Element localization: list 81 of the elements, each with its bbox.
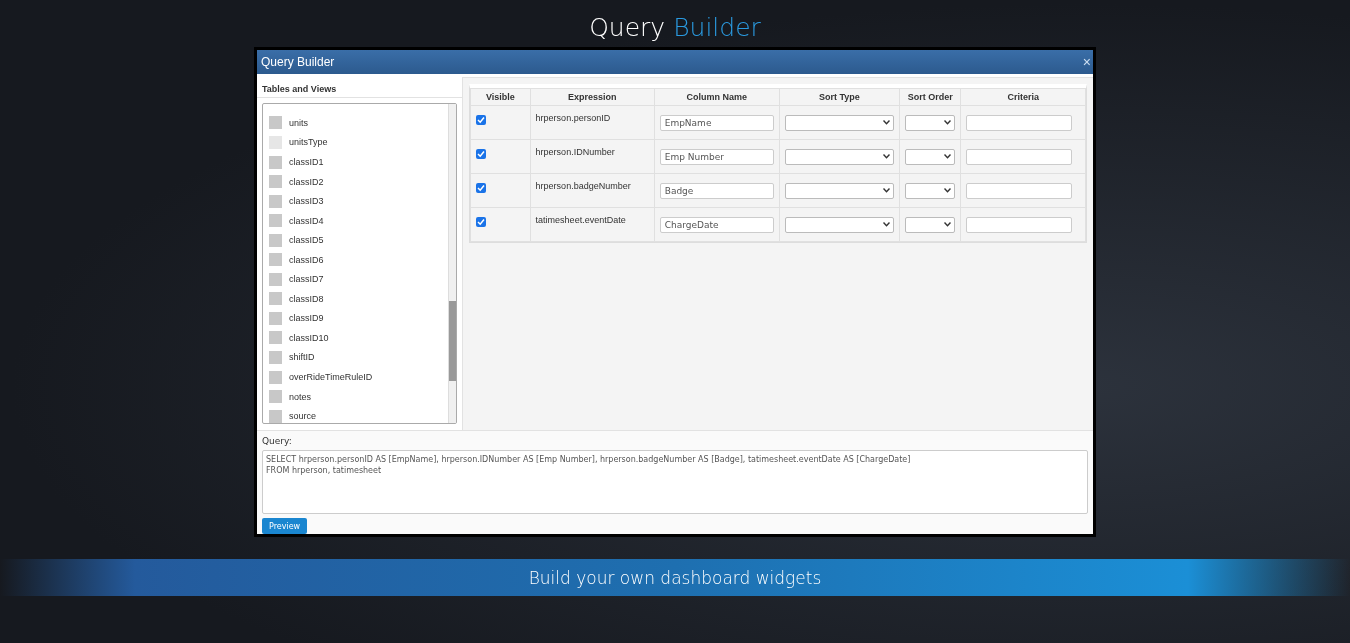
query-textarea[interactable]: SELECT hrperson.personID AS [EmpName], hrperson.IDNumber AS [Emp Number], hrperson.badgeNumber AS [Badge], tatimesheet.eventDate AS [ChargeDate] FROM hrperson, tatimesheet — [262, 450, 1088, 514]
field-checkbox[interactable] — [269, 370, 282, 384]
scrollbar[interactable] — [448, 104, 456, 423]
field-label: classID9 — [289, 313, 324, 324]
panel-title: Tables and Views — [257, 77, 462, 98]
field-checkbox[interactable] — [269, 331, 282, 345]
field-checkbox[interactable] — [269, 311, 282, 325]
column-name-field[interactable]: Badge — [659, 182, 774, 199]
field-label: classID7 — [289, 274, 324, 285]
caret-icon — [944, 188, 952, 193]
query-line: FROM hrperson, tatimesheet — [266, 466, 383, 475]
field-label: classID3 — [289, 196, 324, 207]
caret-icon — [944, 154, 952, 159]
field-checkbox[interactable] — [269, 253, 282, 267]
caret-icon — [944, 222, 952, 227]
field-label: notes — [289, 391, 312, 402]
column-name-field[interactable]: Emp Number — [659, 148, 774, 165]
expression-cell: hrperson.badgeNumber — [530, 173, 655, 208]
close-button[interactable]: × — [1080, 54, 1093, 70]
field-checkbox[interactable] — [269, 233, 282, 247]
sort-type-dropdown[interactable] — [784, 148, 894, 165]
column-header: Sort Order — [899, 88, 961, 106]
expression-cell: hrperson.IDNumber — [530, 139, 655, 174]
field-checkbox[interactable] — [269, 390, 282, 404]
field-label: classID4 — [289, 215, 324, 226]
field-label: classID10 — [289, 332, 329, 343]
field-label: overRideTimeRuleID — [289, 372, 373, 383]
criteria-field[interactable] — [966, 148, 1073, 165]
field-checkbox[interactable] — [269, 272, 282, 286]
column-header: Visible — [470, 88, 531, 106]
query-line: SELECT hrperson.personID AS [EmpName], hrperson.IDNumber AS [Emp Number], hrperson.badgeNumber AS [Badge], tatimesheet.eventDate AS [ChargeDate] — [266, 455, 912, 464]
field-label: classID8 — [289, 293, 324, 304]
criteria-field[interactable] — [966, 182, 1073, 199]
sort-type-dropdown[interactable] — [784, 114, 894, 131]
sort-type-dropdown[interactable] — [784, 216, 894, 233]
field-checkbox[interactable] — [269, 409, 282, 423]
field-label: classID1 — [289, 157, 324, 167]
field-checkbox[interactable] — [269, 155, 282, 169]
sort-order-dropdown[interactable] — [905, 216, 956, 233]
field-checkbox[interactable] — [269, 292, 282, 306]
field-label: classID2 — [289, 176, 324, 187]
column-name-field[interactable]: ChargeDate — [659, 216, 774, 233]
column-name-field[interactable]: EmpName — [659, 114, 774, 131]
preview-button[interactable]: Preview — [262, 518, 308, 534]
visible-checkbox[interactable] — [476, 216, 486, 227]
caret-icon — [944, 120, 952, 125]
page-heading: Query — [589, 13, 666, 44]
page-heading: Builder — [673, 13, 761, 44]
field-label: unitsType — [289, 137, 328, 148]
field-label: classID5 — [289, 235, 324, 246]
field-checkbox[interactable] — [269, 175, 282, 189]
field-checkbox[interactable] — [269, 116, 282, 130]
column-header: Column Name — [654, 88, 780, 106]
visible-checkbox[interactable] — [476, 182, 486, 193]
caret-icon — [883, 120, 890, 125]
field-checkbox[interactable] — [269, 194, 282, 208]
query-label: Query: — [262, 436, 293, 448]
field-label: source — [289, 411, 316, 422]
criteria-field[interactable] — [966, 114, 1073, 131]
caret-icon — [883, 154, 890, 159]
sort-order-dropdown[interactable] — [905, 114, 956, 131]
column-header: Expression — [530, 88, 655, 106]
expression-cell: tatimesheet.eventDate — [530, 207, 655, 242]
field-checkbox[interactable] — [269, 351, 282, 364]
caret-icon — [883, 222, 890, 227]
sort-order-dropdown[interactable] — [905, 148, 956, 165]
field-label: shiftID — [289, 352, 315, 363]
dialog-title: Query Builder — [261, 55, 335, 69]
caret-icon — [883, 188, 890, 193]
field-label: units — [289, 117, 308, 128]
visible-checkbox[interactable] — [476, 148, 486, 159]
field-label: classID6 — [289, 254, 324, 265]
column-header: Criteria — [960, 88, 1086, 106]
field-checkbox[interactable] — [269, 214, 282, 228]
criteria-field[interactable] — [966, 216, 1073, 233]
visible-checkbox[interactable] — [476, 114, 486, 125]
expression-cell: hrperson.personID — [530, 105, 655, 140]
sort-type-dropdown[interactable] — [784, 182, 894, 199]
banner-text: Build your own dashboard widgets — [528, 567, 822, 588]
column-header: Sort Type — [779, 88, 900, 106]
sort-order-dropdown[interactable] — [905, 182, 956, 199]
